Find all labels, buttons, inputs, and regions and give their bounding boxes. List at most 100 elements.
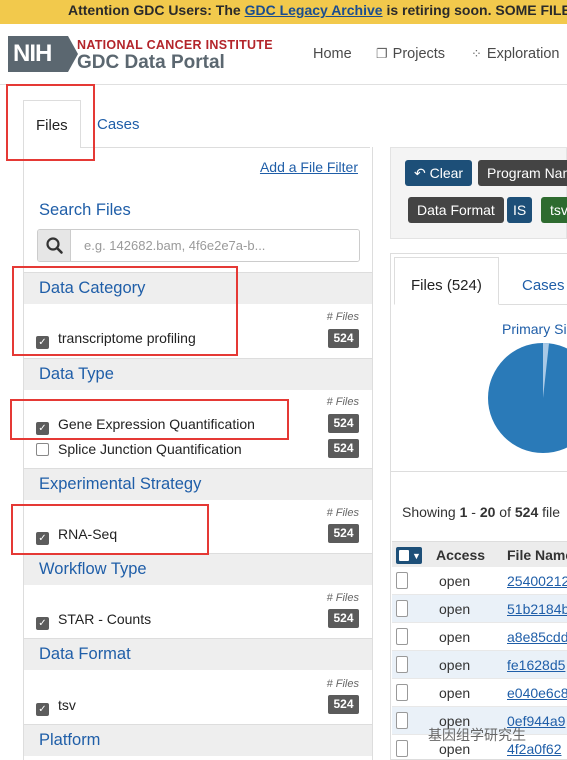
watermark-text: 基因组学研究生 xyxy=(428,727,526,743)
facet-term-rna-seq[interactable]: ✓ RNA-Seq xyxy=(36,526,117,545)
nav-exploration[interactable]: ⁘ Exploration xyxy=(471,46,559,62)
pagination-summary: Showing 1 - 20 of 524 file xyxy=(402,504,560,520)
announcement-banner: Attention GDC Users: The GDC Legacy Arch… xyxy=(0,0,567,24)
results-divider xyxy=(391,471,567,472)
row-checkbox[interactable] xyxy=(396,656,408,673)
table-row: open 25400212 xyxy=(392,567,567,595)
legacy-archive-link[interactable]: GDC Legacy Archive xyxy=(245,2,383,18)
tab-cases[interactable]: Cases xyxy=(97,116,140,133)
checkbox-unchecked-icon[interactable] xyxy=(36,443,49,456)
nav-projects-label: Projects xyxy=(392,46,446,62)
row-checkbox[interactable] xyxy=(396,572,408,589)
row-checkbox[interactable] xyxy=(396,712,408,729)
search-files-box xyxy=(37,229,360,262)
add-file-filter-link[interactable]: Add a File Filter xyxy=(260,159,358,175)
facet-term-star-counts[interactable]: ✓ STAR - Counts xyxy=(36,611,151,630)
nav-home[interactable]: Home xyxy=(313,46,352,62)
tab-results-cases[interactable]: Cases xyxy=(522,277,565,294)
caret-down-icon: ▼ xyxy=(412,551,421,561)
checkbox-checked-icon[interactable]: ✓ xyxy=(36,422,49,435)
filter-value-tsv[interactable]: tsv xyxy=(541,197,567,223)
results-panel: ↶ Clear Program Nam Data Format IS tsv F… xyxy=(390,147,567,760)
select-all-dropdown[interactable]: ▼ xyxy=(396,547,422,564)
files-count-header: # Files xyxy=(326,678,359,690)
primary-site-pie-chart[interactable] xyxy=(487,342,567,455)
nci-title: NATIONAL CANCER INSTITUTE xyxy=(77,38,273,52)
portal-title[interactable]: GDC Data Portal xyxy=(77,52,225,74)
search-files-title: Search Files xyxy=(39,201,131,219)
count-badge: 524 xyxy=(328,329,359,348)
filter-program-name[interactable]: Program Nam xyxy=(478,160,567,186)
range-sep: - xyxy=(467,504,480,520)
checkbox-checked-icon[interactable]: ✓ xyxy=(36,617,49,630)
facet-term-tsv[interactable]: ✓ tsv xyxy=(36,697,76,716)
primary-site-chart-title: Primary Si xyxy=(502,321,567,337)
cell-access: open xyxy=(439,685,471,701)
showing-prefix: Showing xyxy=(402,504,460,520)
nav-home-label: Home xyxy=(313,46,352,62)
cell-access: open xyxy=(439,657,471,673)
table-row: open fe1628d5 xyxy=(392,651,567,679)
clear-button[interactable]: ↶ Clear xyxy=(405,160,473,186)
files-count-header: # Files xyxy=(326,396,359,408)
cell-file-link[interactable]: e040e6c8 xyxy=(507,685,567,701)
row-checkbox[interactable] xyxy=(396,740,408,757)
checkbox-checked-icon[interactable]: ✓ xyxy=(36,532,49,545)
results-card: Files (524) Cases Primary Si Showing 1 -… xyxy=(390,253,567,760)
files-count-header: # Files xyxy=(326,311,359,323)
files-count-header: # Files xyxy=(326,592,359,604)
cell-file-link[interactable]: a8e85cdd xyxy=(507,629,567,645)
facet-term-gene-expression[interactable]: ✓ Gene Expression Quantification xyxy=(36,416,255,435)
showing-suffix: file xyxy=(538,504,561,520)
cell-access: open xyxy=(439,573,471,589)
count-badge: 524 xyxy=(328,609,359,628)
range-end: 20 xyxy=(479,504,496,520)
filter-data-format[interactable]: Data Format xyxy=(408,197,504,223)
nav-exploration-label: Exploration xyxy=(486,46,560,62)
cell-file-link[interactable]: fe1628d5 xyxy=(507,657,565,673)
facet-term-splice-junction[interactable]: Splice Junction Quantification xyxy=(36,441,242,457)
banner-text-suffix: is retiring soon. SOME FILE xyxy=(382,2,567,18)
count-badge: 524 xyxy=(328,524,359,543)
row-checkbox[interactable] xyxy=(396,684,408,701)
facet-experimental-strategy[interactable]: Experimental Strategy xyxy=(24,468,372,500)
facet-data-category[interactable]: Data Category xyxy=(24,272,372,304)
cell-file-link[interactable]: 25400212 xyxy=(507,573,567,589)
row-checkbox[interactable] xyxy=(396,600,408,617)
facet-workflow-type[interactable]: Workflow Type xyxy=(24,553,372,585)
term-label: Splice Junction Quantification xyxy=(58,441,242,457)
facet-platform[interactable]: Platform xyxy=(24,724,372,756)
term-label: STAR - Counts xyxy=(58,611,152,627)
query-filter-bar: ↶ Clear Program Nam Data Format IS tsv xyxy=(390,147,567,239)
term-label: RNA-Seq xyxy=(58,526,118,542)
banner-text-prefix: Attention GDC Users: The xyxy=(68,2,245,18)
nih-logo[interactable]: NIH xyxy=(8,36,78,72)
term-label: transcriptome profiling xyxy=(58,330,196,346)
table-row: open 51b2184b xyxy=(392,595,567,623)
pie-slice-main[interactable] xyxy=(488,343,567,453)
exploration-icon: ⁘ xyxy=(471,46,482,61)
results-tab-divider xyxy=(499,304,567,305)
column-access[interactable]: Access xyxy=(436,547,485,563)
table-row: open a8e85cdd xyxy=(392,623,567,651)
projects-icon: ❐ xyxy=(376,46,388,61)
search-button[interactable] xyxy=(38,230,71,261)
facet-term-transcriptome-profiling[interactable]: ✓ transcriptome profiling xyxy=(36,330,196,349)
checkbox-checked-icon[interactable]: ✓ xyxy=(36,336,49,349)
nav-projects[interactable]: ❐ Projects xyxy=(376,46,445,62)
row-checkbox[interactable] xyxy=(396,628,408,645)
tab-files[interactable]: Files xyxy=(23,100,81,148)
search-files-input[interactable] xyxy=(72,230,359,261)
facet-data-format[interactable]: Data Format xyxy=(24,638,372,670)
cell-access: open xyxy=(439,601,471,617)
term-label: tsv xyxy=(58,697,76,713)
cell-file-link[interactable]: 51b2184b xyxy=(507,601,567,617)
facet-data-type[interactable]: Data Type xyxy=(24,358,372,390)
total-count: 524 xyxy=(514,504,539,520)
column-file-name[interactable]: File Name xyxy=(507,547,567,563)
count-badge: 524 xyxy=(328,439,359,458)
checkbox-checked-icon[interactable]: ✓ xyxy=(36,703,49,716)
tab-results-files[interactable]: Files (524) xyxy=(394,257,499,305)
undo-icon: ↶ xyxy=(414,165,426,181)
site-header: NIH NATIONAL CANCER INSTITUTE GDC Data P… xyxy=(0,24,567,85)
